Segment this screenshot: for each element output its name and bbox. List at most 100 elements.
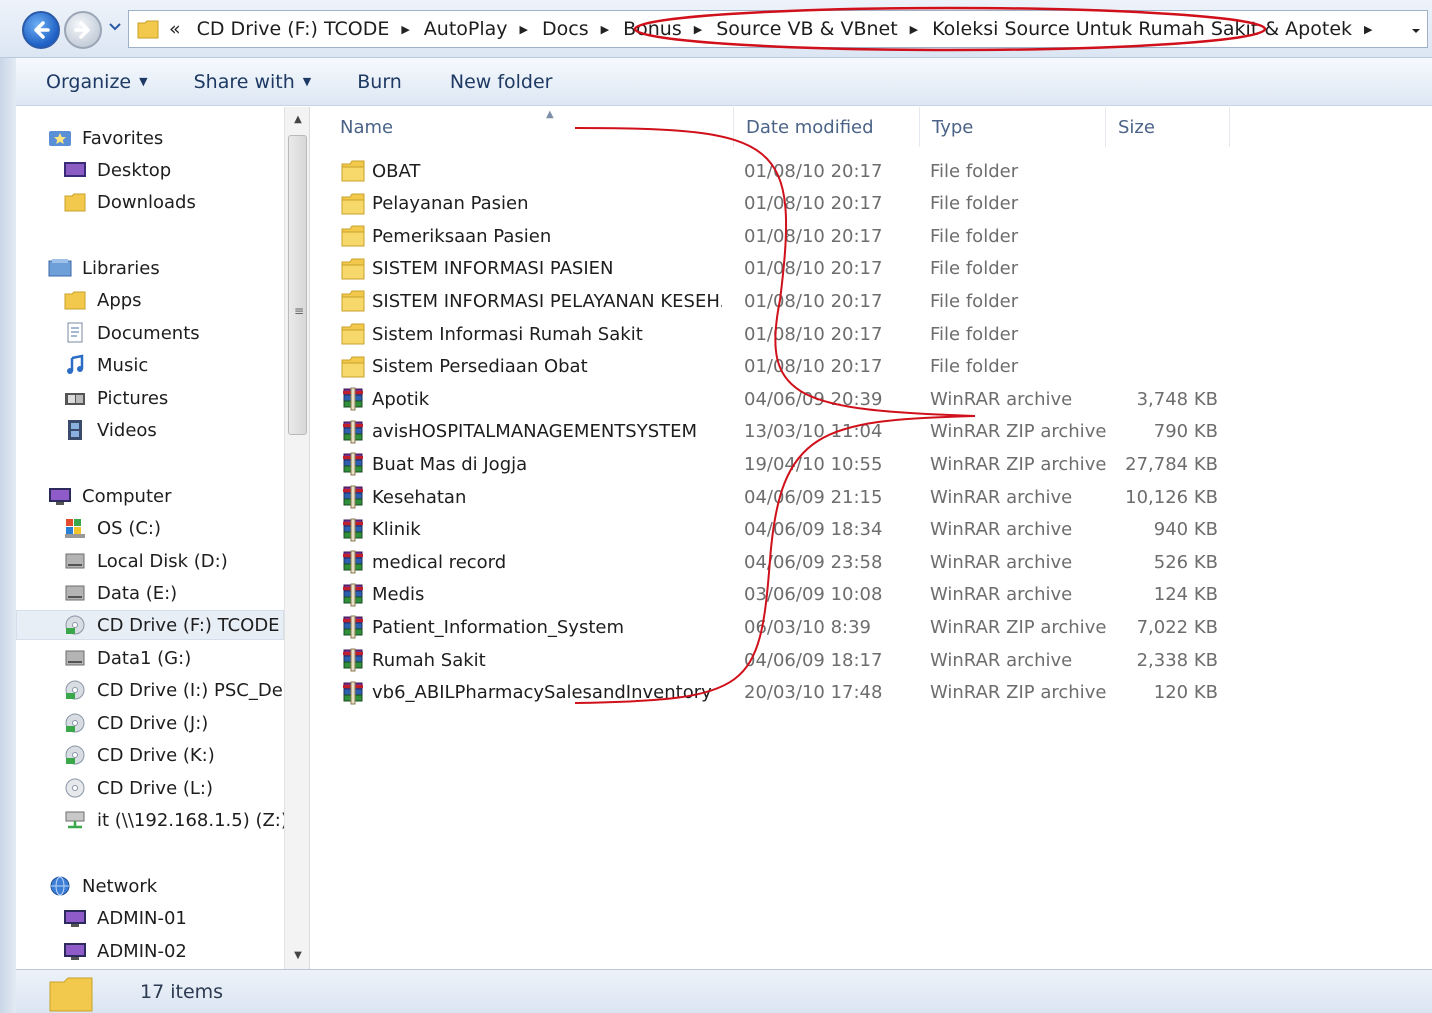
navigation-scrollbar[interactable]: ▲ ≡ ▼ <box>284 107 310 969</box>
chevron-right-icon[interactable]: ▶ <box>1358 23 1380 36</box>
hard-drive-icon <box>63 647 87 669</box>
breadcrumb[interactable]: « CD Drive (F:) TCODE ▶ AutoPlay ▶ Docs … <box>128 10 1428 48</box>
nav-drive-i[interactable]: CD Drive (I:) PSC_Delphi <box>16 675 284 705</box>
nav-admin-01[interactable]: ADMIN-01 <box>16 903 284 933</box>
burn-button[interactable]: Burn <box>353 71 406 93</box>
file-row[interactable]: Klinik 04/06/09 18:34 WinRAR archive 940 KB <box>326 514 1226 546</box>
breadcrumb-item-cd-drive[interactable]: CD Drive (F:) TCODE ▶ <box>191 18 418 40</box>
nav-pictures[interactable]: Pictures <box>16 383 284 413</box>
breadcrumb-item-autoplay[interactable]: AutoPlay ▶ <box>418 18 536 40</box>
nav-network[interactable]: Network <box>16 871 284 901</box>
file-row[interactable]: avisHOSPITALMANAGEMENTSYSTEM 13/03/10 11:… <box>326 416 1226 448</box>
file-date: 04/06/09 21:15 <box>744 486 883 508</box>
file-name: Pemeriksaan Pasien <box>372 225 552 247</box>
chevron-right-icon[interactable]: ▶ <box>904 23 926 36</box>
address-dropdown-icon[interactable] <box>1411 27 1421 35</box>
nav-documents[interactable]: Documents <box>16 318 284 348</box>
file-name: avisHOSPITALMANAGEMENTSYSTEM <box>372 421 698 443</box>
file-row[interactable]: vb6_ABILPharmacySalesandInventory 20/03/1… <box>326 677 1226 709</box>
file-date: 01/08/10 20:17 <box>744 323 883 345</box>
breadcrumb-item-docs[interactable]: Docs ▶ <box>536 18 617 40</box>
nav-music[interactable]: Music <box>16 350 284 380</box>
dropdown-arrow-icon: ▼ <box>139 75 148 88</box>
chevron-right-icon[interactable]: ▶ <box>595 23 617 36</box>
file-name: Medis <box>372 584 425 606</box>
chevron-right-icon[interactable]: ▶ <box>395 23 417 36</box>
nav-drive-z[interactable]: it (\\192.168.1.5) (Z:) <box>16 805 284 835</box>
file-row[interactable]: medical record 04/06/09 23:58 WinRAR archi… <box>326 546 1226 578</box>
nav-drive-f[interactable]: CD Drive (F:) TCODE <box>16 610 284 640</box>
file-size: 790 KB <box>1153 421 1218 443</box>
nav-drive-c[interactable]: OS (C:) <box>16 513 284 543</box>
file-row[interactable]: Pemeriksaan Pasien 01/08/10 20:17 File fol… <box>326 220 1226 252</box>
nav-drive-l[interactable]: CD Drive (L:) <box>16 773 284 803</box>
file-name: Sistem Persediaan Obat <box>372 356 588 378</box>
file-row[interactable]: Rumah Sakit 04/06/09 18:17 WinRAR archive 2… <box>326 644 1226 676</box>
file-row[interactable]: Medis 03/06/09 10:08 WinRAR archive 124 KB <box>326 579 1226 611</box>
file-type: File folder <box>930 193 1019 215</box>
file-row[interactable]: Sistem Persediaan Obat 01/08/10 20:17 File… <box>326 351 1226 383</box>
file-row[interactable]: Buat Mas di Jogja 19/04/10 10:55 WinRAR ZI… <box>326 448 1226 480</box>
nav-desktop[interactable]: Desktop <box>16 155 284 185</box>
organize-button[interactable]: Organize ▼ <box>42 71 152 93</box>
winrar-archive-icon <box>340 550 366 574</box>
nav-drive-k[interactable]: CD Drive (K:) <box>16 740 284 770</box>
chevron-right-icon[interactable]: ▶ <box>514 23 536 36</box>
nav-libraries[interactable]: Libraries <box>16 253 284 283</box>
file-row[interactable]: Apotik 04/06/09 20:39 WinRAR archive 3,748 … <box>326 383 1226 415</box>
column-header-date[interactable]: Date modified <box>734 107 920 147</box>
column-header-name[interactable]: Name ▲ <box>328 107 734 147</box>
chevron-right-icon[interactable]: ▶ <box>688 23 710 36</box>
breadcrumb-item-source-vb[interactable]: Source VB & VBnet ▶ <box>710 18 926 40</box>
breadcrumb-item-bonus[interactable]: Bonus ▶ <box>617 18 710 40</box>
winrar-archive-icon <box>340 615 366 639</box>
file-row[interactable]: SISTEM INFORMASI PELAYANAN KESEH... 01/08… <box>326 285 1226 317</box>
file-type: File folder <box>930 225 1019 247</box>
share-with-button[interactable]: Share with ▼ <box>190 71 316 93</box>
file-row[interactable]: Patient_Information_System 06/03/10 8:39 W… <box>326 611 1226 643</box>
scroll-up-arrow-icon[interactable]: ▲ <box>285 109 311 131</box>
column-header-size[interactable]: Size <box>1106 107 1230 147</box>
nav-computer[interactable]: Computer <box>16 481 284 511</box>
nav-drive-j[interactable]: CD Drive (J:) <box>16 708 284 738</box>
document-icon <box>63 322 87 344</box>
windows-drive-icon <box>63 517 87 539</box>
nav-videos[interactable]: Videos <box>16 415 284 445</box>
file-date: 01/08/10 20:17 <box>744 258 883 280</box>
file-name: Pelayanan Pasien <box>372 193 529 215</box>
forward-button[interactable] <box>64 11 102 49</box>
file-type: WinRAR ZIP archive <box>930 682 1107 704</box>
nav-drive-g[interactable]: Data1 (G:) <box>16 643 284 673</box>
winrar-archive-icon <box>340 485 366 509</box>
breadcrumb-overflow[interactable]: « <box>169 18 181 40</box>
file-row[interactable]: Kesehatan 04/06/09 21:15 WinRAR archive 10,… <box>326 481 1226 513</box>
computer-icon <box>48 485 72 507</box>
recent-pages-dropdown-icon[interactable] <box>108 22 122 32</box>
new-folder-button[interactable]: New folder <box>446 71 557 93</box>
file-row[interactable]: SISTEM INFORMASI PASIEN 01/08/10 20:17 Fil… <box>326 253 1226 285</box>
dropdown-arrow-icon: ▼ <box>302 75 312 88</box>
winrar-archive-icon <box>340 681 366 705</box>
nav-downloads[interactable]: Downloads <box>16 187 284 217</box>
file-row[interactable]: Pelayanan Pasien 01/08/10 20:17 File folde… <box>326 188 1226 220</box>
scrollbar-thumb[interactable]: ≡ <box>288 135 307 435</box>
file-date: 04/06/09 18:17 <box>744 649 883 671</box>
nav-favorites[interactable]: Favorites <box>16 123 284 153</box>
scroll-down-arrow-icon[interactable]: ▼ <box>285 945 311 967</box>
folder-icon <box>49 977 93 1012</box>
file-row[interactable]: Sistem Informasi Rumah Sakit 01/08/10 20:… <box>326 318 1226 350</box>
address-bar: « CD Drive (F:) TCODE ▶ AutoPlay ▶ Docs … <box>0 0 1432 58</box>
back-button[interactable] <box>22 11 60 49</box>
file-date: 01/08/10 20:17 <box>744 356 883 378</box>
nav-apps[interactable]: Apps <box>16 285 284 315</box>
status-bar: 17 items <box>16 969 1432 1013</box>
file-size: 124 KB <box>1153 584 1218 606</box>
file-row[interactable]: OBAT 01/08/10 20:17 File folder <box>326 155 1226 187</box>
nav-admin-02[interactable]: ADMIN-02 <box>16 936 284 966</box>
nav-drive-d[interactable]: Local Disk (D:) <box>16 546 284 576</box>
breadcrumb-item-koleksi[interactable]: Koleksi Source Untuk Rumah Sakit & Apote… <box>926 18 1380 40</box>
file-type: File folder <box>930 258 1019 280</box>
nav-drive-e[interactable]: Data (E:) <box>16 578 284 608</box>
column-header-type[interactable]: Type <box>920 107 1106 147</box>
file-type: WinRAR archive <box>930 388 1073 410</box>
